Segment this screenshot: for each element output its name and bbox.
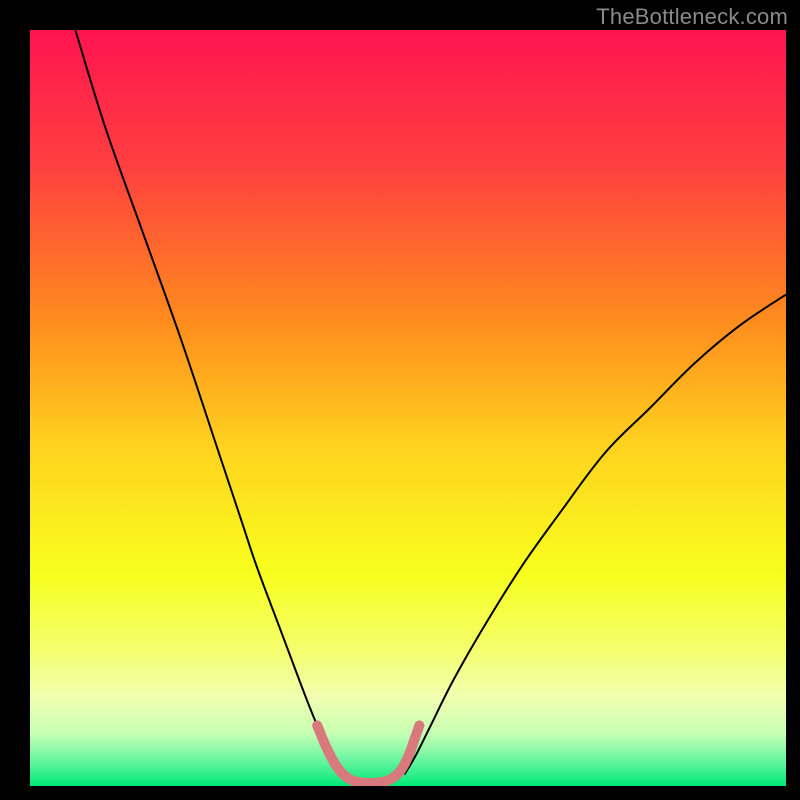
series-marker	[414, 721, 424, 731]
series-marker	[365, 778, 375, 788]
series-marker	[354, 777, 364, 787]
series-marker	[405, 748, 415, 758]
watermark-text: TheBottleneck.com	[596, 4, 788, 30]
plot-background	[30, 30, 786, 786]
chart-frame: TheBottleneck.com	[0, 0, 800, 800]
series-marker	[324, 748, 334, 758]
series-marker	[318, 736, 328, 746]
series-marker	[409, 736, 419, 746]
series-marker	[312, 721, 322, 731]
series-marker	[400, 758, 410, 768]
bottleneck-chart	[0, 0, 800, 800]
